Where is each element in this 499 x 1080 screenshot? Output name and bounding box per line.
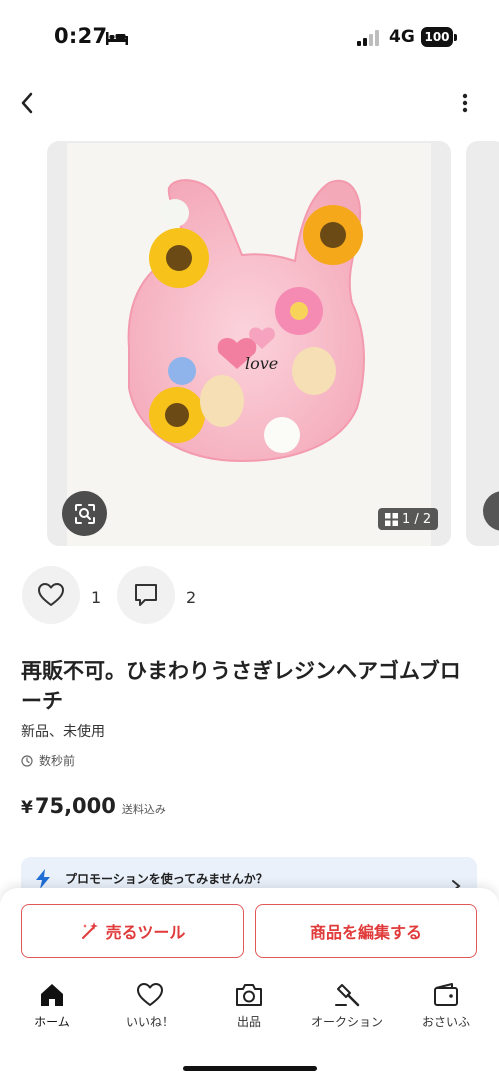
status-bar: 0:27 4G 100	[0, 0, 499, 70]
status-time: 0:27	[54, 24, 108, 48]
product-photo: love	[67, 143, 431, 546]
like-button[interactable]	[22, 566, 80, 624]
comment-count: 2	[186, 588, 197, 607]
image-counter: 1 / 2	[378, 508, 439, 530]
next-image-peek[interactable]	[466, 141, 499, 546]
comment-icon	[135, 584, 157, 606]
tab-sell-label: 出品	[236, 1015, 261, 1029]
shipping-note: 送料込み	[121, 803, 166, 816]
tab-home-label: ホーム	[34, 1015, 70, 1029]
tab-home[interactable]: ホーム	[7, 980, 97, 1036]
product-image-carousel[interactable]: love	[47, 141, 451, 546]
edit-item-label: 商品を編集する	[309, 923, 422, 942]
item-title: 再販不可。ひまわりうさぎレジンヘアゴムブローチ	[21, 659, 461, 713]
tab-auction[interactable]: オークション	[302, 980, 392, 1036]
more-vertical-icon	[462, 93, 468, 113]
comment-button[interactable]	[117, 566, 175, 624]
image-counter-text: 1 / 2	[402, 511, 432, 527]
like-count: 1	[91, 588, 102, 607]
tab-wallet[interactable]: おさいふ	[401, 980, 491, 1036]
price-currency: ¥	[21, 798, 33, 818]
heart-icon	[137, 983, 163, 1006]
home-icon	[41, 984, 63, 1006]
sleep-bed-icon	[106, 32, 128, 45]
sell-tools-button[interactable]: 売るツール	[21, 904, 244, 958]
posted-time: 数秒前	[21, 752, 75, 769]
gavel-icon	[335, 984, 360, 1007]
home-indicator	[183, 1066, 317, 1071]
sell-tools-label: 売るツール	[105, 923, 186, 942]
tab-likes[interactable]: いいね！	[105, 980, 195, 1036]
bottom-action-sheet: 売るツール 商品を編集する ホーム いいね！ 出品 オークション おさいふ	[0, 888, 499, 1080]
image-search-icon	[74, 503, 95, 524]
back-button[interactable]	[12, 88, 42, 118]
tab-sell[interactable]: 出品	[204, 980, 294, 1036]
edit-item-button[interactable]: 商品を編集する	[255, 904, 477, 958]
more-options-button[interactable]	[452, 88, 478, 118]
promotion-text: プロモーションを使ってみませんか？	[65, 872, 268, 886]
wallet-icon	[434, 983, 458, 1006]
network-type: 4G	[389, 27, 415, 47]
image-search-button[interactable]	[62, 491, 107, 536]
item-condition: 新品、未使用	[21, 724, 105, 740]
battery-level: 100	[421, 27, 453, 47]
price: ¥ 75,000 送料込み	[21, 794, 166, 818]
price-value: 75,000	[34, 794, 116, 818]
grid-icon	[385, 512, 398, 526]
camera-icon	[236, 984, 262, 1006]
tab-likes-label: いいね！	[125, 1015, 174, 1029]
tab-wallet-label: おさいふ	[421, 1015, 470, 1029]
tab-auction-label: オークション	[310, 1015, 383, 1029]
battery-icon: 100	[421, 27, 457, 47]
heart-outline-icon	[38, 583, 64, 606]
clock-icon	[21, 754, 33, 767]
photo-caption: love	[245, 354, 278, 373]
magic-wand-icon	[81, 922, 98, 939]
lightning-icon	[36, 869, 50, 889]
chevron-left-icon	[21, 92, 33, 114]
posted-time-text: 数秒前	[39, 754, 76, 768]
cellular-signal-icon	[357, 30, 379, 46]
